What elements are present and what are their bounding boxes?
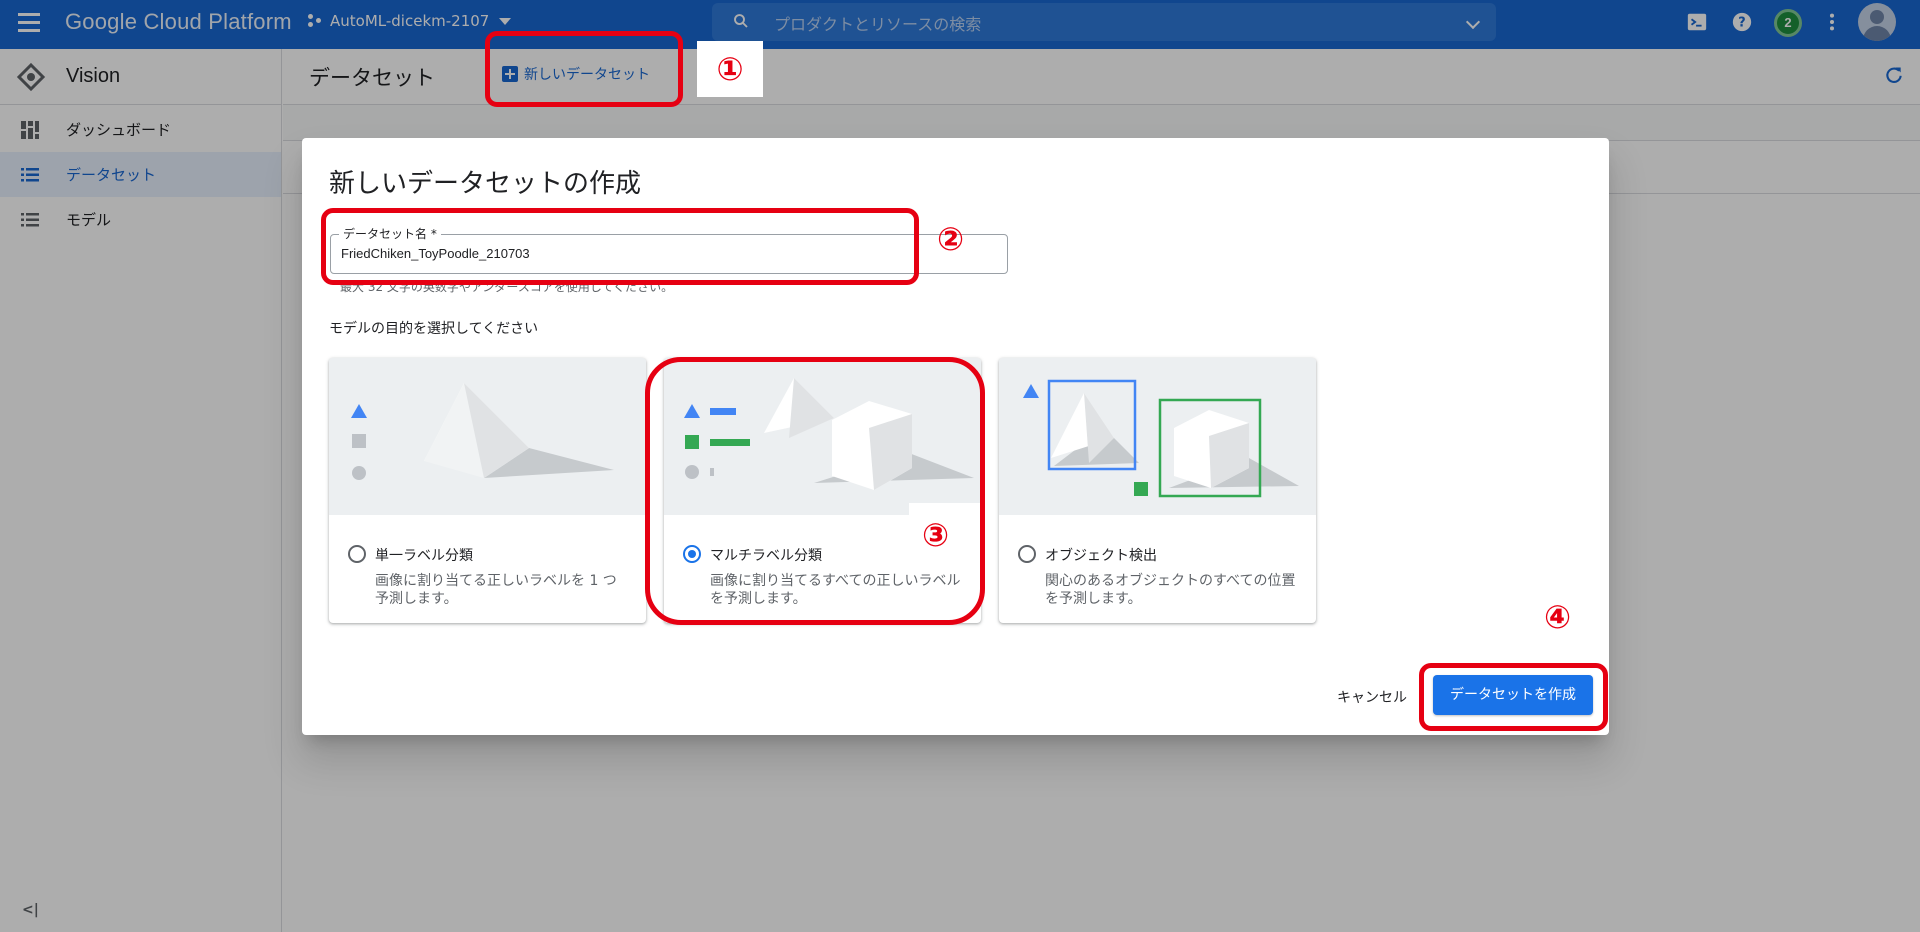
option-title: 単一ラベル分類 (375, 548, 473, 564)
annotation-box-step2 (321, 208, 919, 285)
annotation-step2: ② (937, 220, 965, 258)
annotation-box-step3 (645, 357, 985, 625)
single-label-illustration (329, 358, 646, 515)
dialog-title: 新しいデータセットの作成 (329, 169, 642, 199)
annotation-box-step4 (1419, 663, 1608, 731)
object-detection-illustration (999, 358, 1316, 515)
purpose-label: モデルの目的を選択してください (329, 321, 539, 337)
option-description: 関心のあるオブジェクトのすべての位置を予測します。 (1045, 573, 1296, 607)
option-description: 画像に割り当てる正しいラベルを 1 つ予測します。 (375, 573, 617, 607)
radio-object-detection[interactable] (1018, 545, 1036, 563)
annotation-box-step1 (485, 31, 683, 107)
option-title: オブジェクト検出 (1045, 548, 1157, 564)
option-object-detection[interactable]: オブジェクト検出 関心のあるオブジェクトのすべての位置を予測します。 (999, 358, 1316, 623)
annotation-step1: ① (697, 41, 763, 97)
radio-single-label[interactable] (348, 545, 366, 563)
cancel-button[interactable]: キャンセル (1337, 687, 1407, 707)
option-single-label[interactable]: 単一ラベル分類 画像に割り当てる正しいラベルを 1 つ予測します。 (329, 358, 646, 623)
annotation-step4: ④ (1544, 598, 1572, 636)
annotation-step3: ③ (922, 516, 950, 554)
